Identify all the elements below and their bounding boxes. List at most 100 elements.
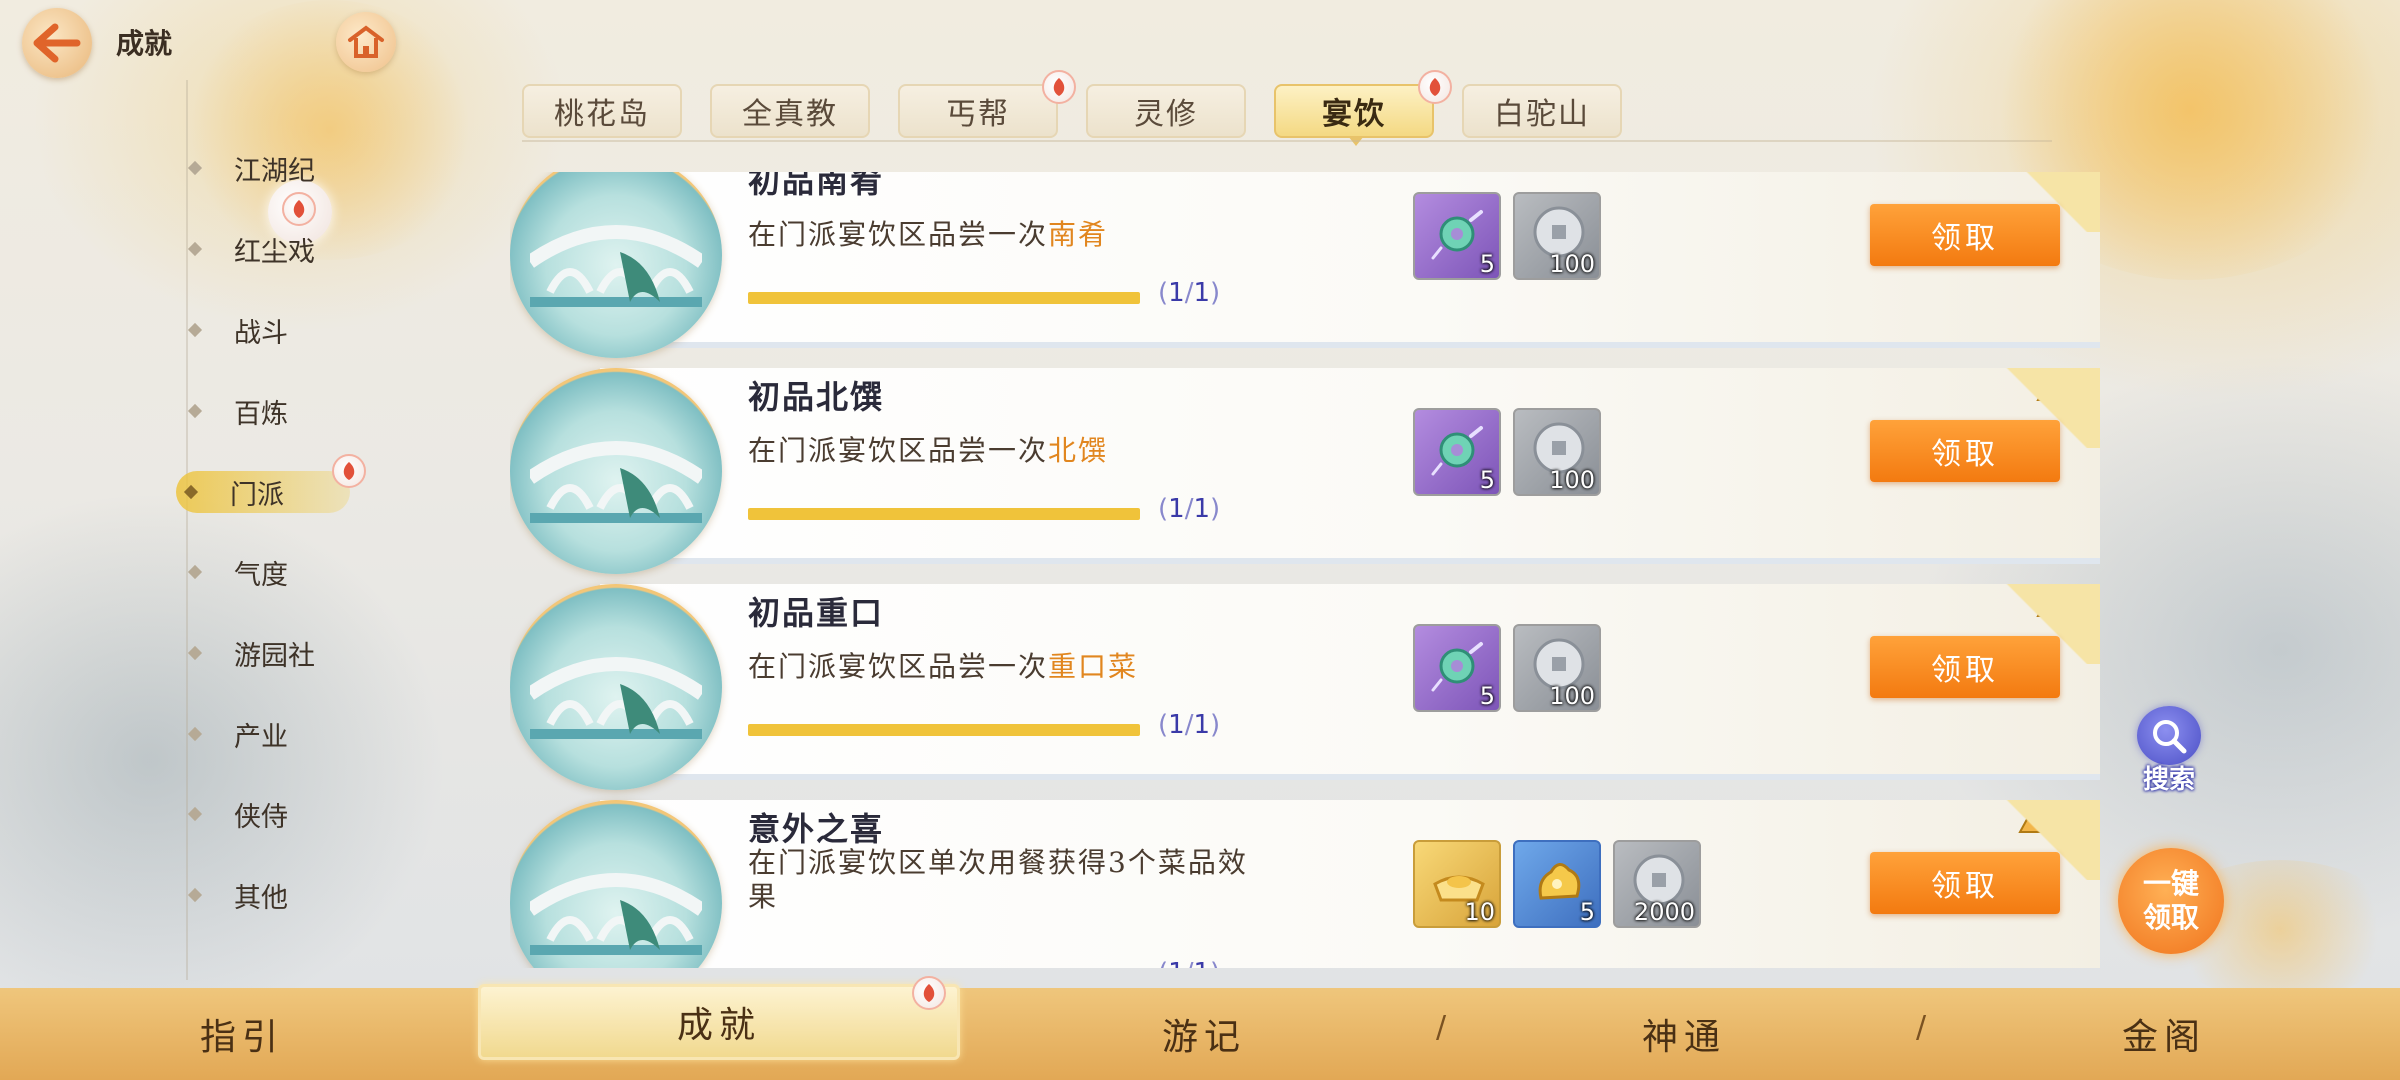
reward-quantity: 100 — [1549, 682, 1595, 710]
sidebar-item-label: 其他 — [234, 882, 288, 914]
reward-item[interactable]: 5 — [1413, 624, 1501, 712]
nav-separator: / — [1916, 1010, 1927, 1045]
claim-button[interactable]: 领取 — [1870, 420, 2060, 482]
tab-baituoshan[interactable]: 白驼山 — [1462, 84, 1622, 138]
nav-travel-notes[interactable]: 游记 — [1054, 988, 1354, 1080]
achievement-card: 5 初品重口 在门派宴饮区品尝一次重口菜 (1/1) 5 100 领取 — [510, 584, 2100, 790]
sidebar-item-label: 气度 — [234, 559, 288, 591]
reward-item[interactable]: 2000 — [1613, 840, 1701, 928]
reward-item[interactable]: 5 — [1413, 192, 1501, 280]
sidebar-item-menpai[interactable]: 门派 — [176, 471, 350, 513]
page-title: 成就 — [116, 27, 173, 60]
reward-quantity: 100 — [1549, 250, 1595, 278]
sidebar-item-label: 产业 — [234, 721, 288, 753]
progress-current: 1 — [1168, 710, 1185, 740]
reward-item[interactable]: 5 — [1413, 408, 1501, 496]
tab-lingxiu[interactable]: 灵修 — [1086, 84, 1246, 138]
tab-taohuadao[interactable]: 桃花岛 — [522, 84, 682, 138]
claim-button[interactable]: 领取 — [1870, 204, 2060, 266]
achievement-points: 20 — [2016, 806, 2084, 839]
achievement-description: 在门派宴饮区品尝一次南肴 — [748, 218, 1268, 252]
back-button[interactable] — [22, 8, 92, 78]
sidebar-item-chanye[interactable]: 产业 — [180, 714, 360, 754]
claim-all-label: 一键 — [2142, 867, 2199, 900]
claim-all-button[interactable]: 一键 领取 — [2118, 848, 2224, 954]
reward-item[interactable]: 100 — [1513, 624, 1601, 712]
notification-badge-icon — [332, 454, 366, 488]
reward-item[interactable]: 100 — [1513, 192, 1601, 280]
sidebar-item-label: 侠侍 — [234, 801, 288, 833]
progress-text: (1/1) — [1158, 494, 1221, 524]
notification-badge-icon — [1042, 70, 1076, 104]
progress-text: (1/1) — [1158, 958, 1220, 968]
progress-total: 1 — [1193, 710, 1211, 740]
achievement-title: 初品北馔 — [748, 378, 885, 416]
diamond-bullet-icon — [187, 726, 203, 742]
nav-achievements[interactable]: 成就 — [478, 984, 960, 1060]
description-highlight: 北馔 — [1048, 434, 1109, 467]
achievement-medal-icon — [510, 368, 722, 574]
nav-divine-powers[interactable]: 神通 — [1534, 988, 1834, 1080]
claim-button[interactable]: 领取 — [1870, 636, 2060, 698]
achievement-list[interactable]: 初品南肴 在门派宴饮区品尝一次南肴 (1/1) 5 100 领取 5 初品北馔 — [510, 172, 2100, 968]
achievement-description: 在门派宴饮区单次用餐获得3个菜品效果 — [748, 846, 1268, 914]
reward-list: 5 100 — [1413, 624, 1601, 714]
progress-text: (1/1) — [1158, 710, 1221, 740]
sidebar-item-label: 江湖纪 — [234, 155, 315, 187]
reward-quantity: 10 — [1464, 898, 1495, 926]
reward-item[interactable]: 100 — [1513, 408, 1601, 496]
achievement-title: 初品南肴 — [748, 172, 885, 200]
search-button[interactable]: 搜索 — [2134, 706, 2204, 796]
sidebar-item-qidu[interactable]: 气度 — [180, 552, 360, 592]
diamond-bullet-icon — [187, 160, 203, 176]
sidebar-item-hongchenxi[interactable]: 红尘戏 — [180, 229, 360, 269]
sidebar-item-zhandou[interactable]: 战斗 — [180, 310, 360, 350]
claim-button[interactable]: 领取 — [1870, 852, 2060, 914]
reward-item[interactable]: 5 — [1513, 840, 1601, 928]
diamond-bullet-icon — [187, 806, 203, 822]
progress-total: 1 — [1193, 278, 1211, 308]
reward-item[interactable]: 10 — [1413, 840, 1501, 928]
sidebar-item-youyuanshe[interactable]: 游园社 — [180, 633, 360, 673]
achievement-description: 在门派宴饮区品尝一次重口菜 — [748, 650, 1268, 684]
notification-badge-icon — [912, 976, 946, 1010]
claim-all-label: 领取 — [2142, 901, 2199, 934]
back-arrow-icon — [33, 23, 81, 63]
sidebar-item-bailian[interactable]: 百炼 — [180, 391, 360, 431]
description-highlight: 重口菜 — [1048, 650, 1139, 683]
progress-fill — [748, 508, 1140, 520]
sidebar-item-label: 百炼 — [234, 398, 288, 430]
description-highlight: 南肴 — [1048, 218, 1109, 251]
fan-icon — [2036, 593, 2062, 617]
bottom-nav: 指引 成就 游记 神通 金阁 — [0, 976, 2400, 1080]
nav-separator: / — [1436, 1010, 1447, 1045]
sidebar-item-xiashi[interactable]: 侠侍 — [180, 794, 360, 834]
notification-badge-icon — [1418, 70, 1452, 104]
achievement-medal-icon — [510, 584, 722, 790]
reward-list: 10 5 2000 — [1413, 840, 1701, 930]
reward-quantity: 5 — [1479, 682, 1495, 710]
achievement-card: 20 意外之喜 在门派宴饮区单次用餐获得3个菜品效果 (1/1) 10 5 20… — [510, 800, 2100, 968]
tab-yanyin[interactable]: 宴饮 — [1274, 84, 1434, 146]
progress-current: 1 — [1168, 278, 1185, 308]
description-text: 在门派宴饮区品尝一次 — [748, 218, 1049, 251]
achievement-description: 在门派宴饮区品尝一次北馔 — [748, 434, 1268, 468]
nav-guide[interactable]: 指引 — [92, 988, 392, 1080]
search-icon — [2137, 706, 2201, 765]
sect-tab-bar: 桃花岛 全真教 丐帮 灵修 宴饮 白驼山 — [522, 70, 1622, 146]
sidebar-item-label: 红尘戏 — [234, 236, 315, 268]
achievement-points: 5 — [2034, 590, 2084, 623]
sidebar-item-label: 门派 — [230, 479, 284, 511]
sidebar-item-qita[interactable]: 其他 — [180, 875, 360, 915]
sidebar-item-jianghuji[interactable]: 江湖纪 — [180, 148, 360, 188]
tab-quanzhenjiao[interactable]: 全真教 — [710, 84, 870, 138]
tab-gaibang[interactable]: 丐帮 — [898, 84, 1058, 138]
achievement-title: 意外之喜 — [748, 810, 885, 848]
nav-golden-pavilion[interactable]: 金阁 — [2014, 988, 2314, 1080]
home-icon — [348, 25, 384, 58]
home-button[interactable] — [336, 12, 396, 72]
progress-fill — [748, 292, 1140, 304]
progress-bar — [748, 724, 1140, 736]
fan-icon — [2036, 377, 2062, 401]
sidebar-rail — [186, 80, 188, 980]
